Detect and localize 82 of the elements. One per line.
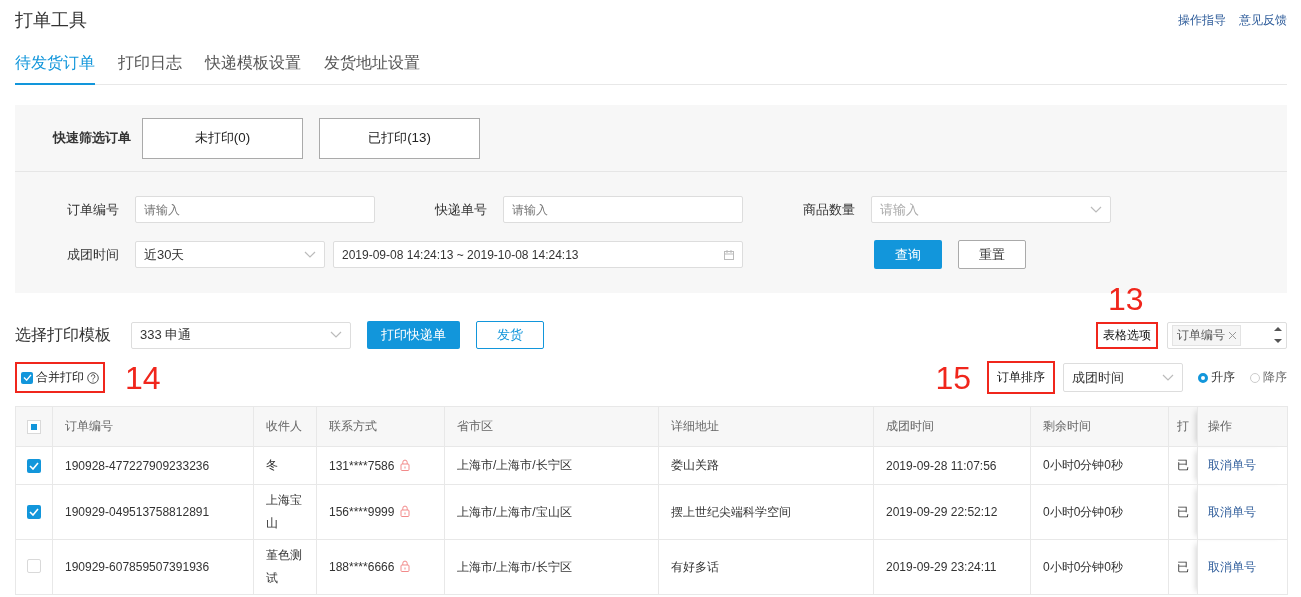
filter-label: 快速筛选订单 bbox=[51, 129, 131, 147]
lock-icon[interactable] bbox=[400, 560, 411, 572]
table-cell: 上海市/上海市/长宁区 bbox=[457, 458, 572, 472]
cancel-link[interactable]: 取消单号 bbox=[1208, 559, 1256, 574]
table-cell-text: 堇色测试 bbox=[266, 547, 302, 587]
table-cell: 0小时0分钟0秒 bbox=[1043, 458, 1124, 472]
field-label: 快递单号 bbox=[434, 200, 487, 219]
close-icon[interactable] bbox=[1229, 331, 1236, 339]
column-header: 省市区 bbox=[444, 406, 659, 447]
column-header: 成团时间 bbox=[873, 406, 1031, 447]
checkbox[interactable] bbox=[27, 420, 41, 434]
lock-icon[interactable] bbox=[400, 458, 411, 471]
chevron-down-icon bbox=[330, 331, 342, 339]
column-header: 详细地址 bbox=[658, 406, 874, 447]
annotation-number: 15 bbox=[935, 361, 971, 394]
checkbox-label[interactable]: 合并打印 bbox=[36, 369, 84, 386]
table-cell: 上海市/上海市/宝山区 bbox=[457, 504, 572, 519]
table-cell: 0小时0分钟0秒 bbox=[1043, 559, 1124, 574]
table-cell: 摆上世纪尖端科学空间 bbox=[671, 504, 791, 519]
table-cell: 190929-049513758812891 bbox=[65, 505, 210, 519]
tab[interactable]: 打印日志 bbox=[118, 49, 182, 85]
checkbox[interactable] bbox=[27, 458, 41, 473]
template-select[interactable]: 333 申通 bbox=[131, 321, 351, 349]
table-cell: 190928-477227909233236 bbox=[65, 458, 210, 473]
table-cell: 有好多话 bbox=[671, 559, 719, 574]
tab[interactable]: 快递模板设置 bbox=[205, 49, 301, 85]
text-field[interactable]: 请输入 bbox=[135, 196, 375, 223]
table-cell: 2019-09-29 23:24:11 bbox=[886, 560, 997, 574]
table-cell: 2019-09-29 22:52:12 bbox=[886, 505, 998, 519]
column-header: 联系方式 bbox=[316, 406, 445, 447]
table-cell: 0小时0分钟0秒 bbox=[1043, 504, 1124, 519]
column-header: 打 bbox=[1168, 406, 1198, 447]
chevron-down-icon bbox=[1090, 205, 1102, 214]
column-header: 收件人 bbox=[253, 406, 317, 447]
annotation-number: 13 bbox=[1108, 282, 1144, 315]
spinner-arrows-icon[interactable] bbox=[1274, 325, 1282, 345]
table-cell: 已 bbox=[1177, 504, 1189, 519]
table-cell-text: 冬 bbox=[266, 457, 279, 474]
table-cell: 上海市/上海市/长宁区 bbox=[457, 559, 572, 574]
filter-button[interactable]: 已打印(13) bbox=[319, 117, 480, 159]
cancel-link[interactable]: 取消单号 bbox=[1208, 458, 1256, 472]
page-title: 打单工具 bbox=[15, 9, 87, 32]
help-icon[interactable] bbox=[87, 371, 99, 384]
field-label: 订单编号 bbox=[66, 200, 119, 219]
template-label: 选择打印模板 bbox=[15, 324, 112, 345]
table-cell: 已 bbox=[1177, 559, 1189, 574]
table-cell-text: 上海宝山 bbox=[266, 492, 302, 532]
select-field[interactable]: 近30天 bbox=[135, 241, 325, 268]
tag-select[interactable]: 订单编号 bbox=[1167, 321, 1287, 349]
table-cell: 156****9999 bbox=[329, 505, 395, 519]
radio-option[interactable]: 降序 bbox=[1250, 369, 1287, 386]
annotation-number: 14 bbox=[125, 361, 161, 394]
sort-select[interactable]: 成团时间 bbox=[1063, 363, 1183, 392]
column-header: 剩余时间 bbox=[1030, 406, 1169, 447]
filter-button[interactable]: 未打印(0) bbox=[142, 117, 303, 159]
field-label: 成团时间 bbox=[66, 245, 119, 264]
table-cell: 已 bbox=[1177, 458, 1189, 472]
radio-option[interactable]: 升序 bbox=[1198, 369, 1235, 386]
checkbox[interactable] bbox=[27, 558, 41, 573]
field-label: 商品数量 bbox=[802, 200, 855, 219]
column-header: 操作 bbox=[1197, 406, 1288, 447]
table-cell: 2019-09-28 11:07:56 bbox=[886, 458, 997, 473]
table-cell: 188****6666 bbox=[329, 560, 395, 574]
table-cell: 190929-607859507391936 bbox=[65, 560, 210, 574]
table-cell: 娄山关路 bbox=[671, 458, 719, 472]
checkbox[interactable] bbox=[27, 505, 41, 519]
sort-label: 订单排序 bbox=[987, 361, 1055, 394]
lock-icon[interactable] bbox=[400, 505, 411, 517]
text-field[interactable]: 请输入 bbox=[503, 196, 743, 223]
tab[interactable]: 发货地址设置 bbox=[324, 49, 420, 85]
chevron-down-icon bbox=[304, 250, 316, 259]
table-cell: 131****7586 bbox=[329, 458, 395, 473]
tag: 订单编号 bbox=[1172, 324, 1241, 346]
cancel-link[interactable]: 取消单号 bbox=[1208, 504, 1256, 519]
checkbox[interactable] bbox=[21, 371, 33, 384]
header-link[interactable]: 意见反馈 bbox=[1239, 11, 1287, 29]
chevron-down-icon bbox=[1162, 373, 1174, 382]
calendar-icon bbox=[724, 249, 734, 260]
reset-button[interactable]: 重置 bbox=[958, 240, 1026, 269]
column-header: 订单编号 bbox=[52, 406, 254, 447]
header-link[interactable]: 操作指导 bbox=[1178, 11, 1226, 29]
date-range-field[interactable]: 2019-09-08 14:24:13 ~ 2019-10-08 14:24:13 bbox=[333, 241, 743, 268]
